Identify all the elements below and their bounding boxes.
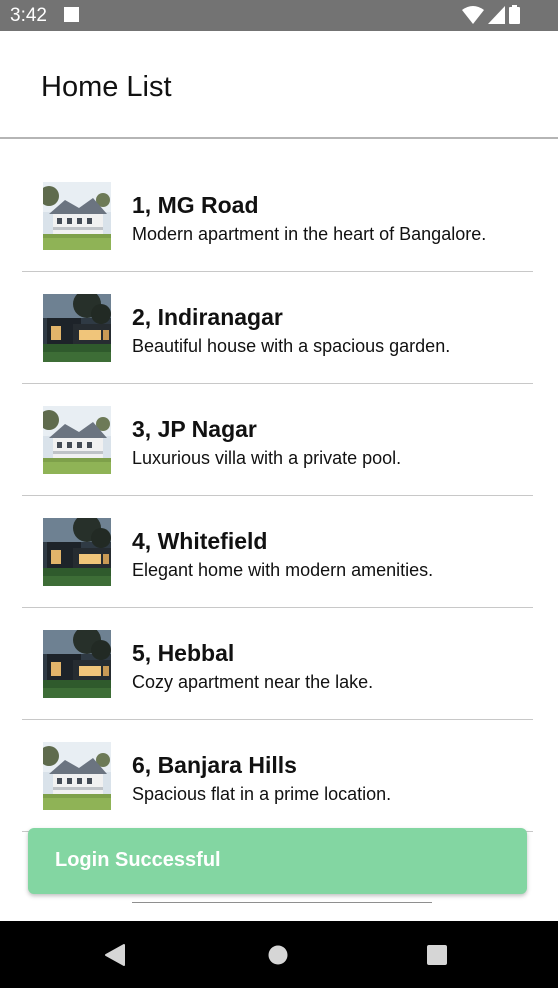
status-time: 3:42 (10, 5, 47, 26)
back-icon[interactable] (104, 943, 126, 972)
list-item[interactable]: 1, MG Road Modern apartment in the heart… (22, 160, 533, 272)
partial-list-item (132, 895, 462, 903)
home-title: 3, JP Nagar (132, 416, 257, 442)
recents-icon[interactable] (427, 945, 447, 970)
modern-house-night-thumbnail (43, 294, 111, 362)
login-success-toast: Login Successful (28, 828, 527, 894)
app-bar: Home List (0, 31, 558, 139)
white-villa-thumbnail (43, 742, 111, 810)
wifi-icon (462, 6, 484, 24)
home-description: Modern apartment in the heart of Bangalo… (132, 224, 487, 244)
list-item[interactable]: 3, JP Nagar Luxurious villa with a priva… (22, 384, 533, 496)
home-title: 4, Whitefield (132, 528, 268, 554)
home-title: 2, Indiranagar (132, 304, 283, 330)
notification-square-icon (64, 7, 79, 22)
white-villa-thumbnail (43, 406, 111, 474)
home-description: Elegant home with modern amenities. (132, 560, 434, 580)
toast-message: Login Successful (55, 849, 221, 871)
home-title: 1, MG Road (132, 192, 259, 218)
screen: 3:42 Home List 1, MG Road Modern apartme… (0, 0, 558, 988)
navigation-bar (0, 921, 558, 988)
modern-house-night-thumbnail (43, 630, 111, 698)
modern-house-night-thumbnail (43, 518, 111, 586)
battery-icon (509, 5, 520, 24)
list-item[interactable]: 5, Hebbal Cozy apartment near the lake. (22, 608, 533, 720)
home-title: 5, Hebbal (132, 640, 235, 666)
home-list[interactable]: 1, MG Road Modern apartment in the heart… (0, 160, 558, 832)
status-bar: 3:42 (0, 0, 558, 31)
list-item[interactable]: 6, Banjara Hills Spacious flat in a prim… (22, 720, 533, 832)
home-description: Beautiful house with a spacious garden. (132, 336, 451, 356)
home-description: Luxurious villa with a private pool. (132, 448, 402, 468)
home-description: Cozy apartment near the lake. (132, 672, 374, 692)
home-icon[interactable] (268, 945, 288, 970)
home-title: 6, Banjara Hills (132, 752, 297, 778)
home-description: Spacious flat in a prime location. (132, 784, 392, 804)
white-villa-thumbnail (43, 182, 111, 250)
signal-icon (488, 6, 505, 24)
list-item[interactable]: 2, Indiranagar Beautiful house with a sp… (22, 272, 533, 384)
status-icons (462, 5, 520, 24)
page-title: Home List (41, 71, 172, 103)
list-item[interactable]: 4, Whitefield Elegant home with modern a… (22, 496, 533, 608)
